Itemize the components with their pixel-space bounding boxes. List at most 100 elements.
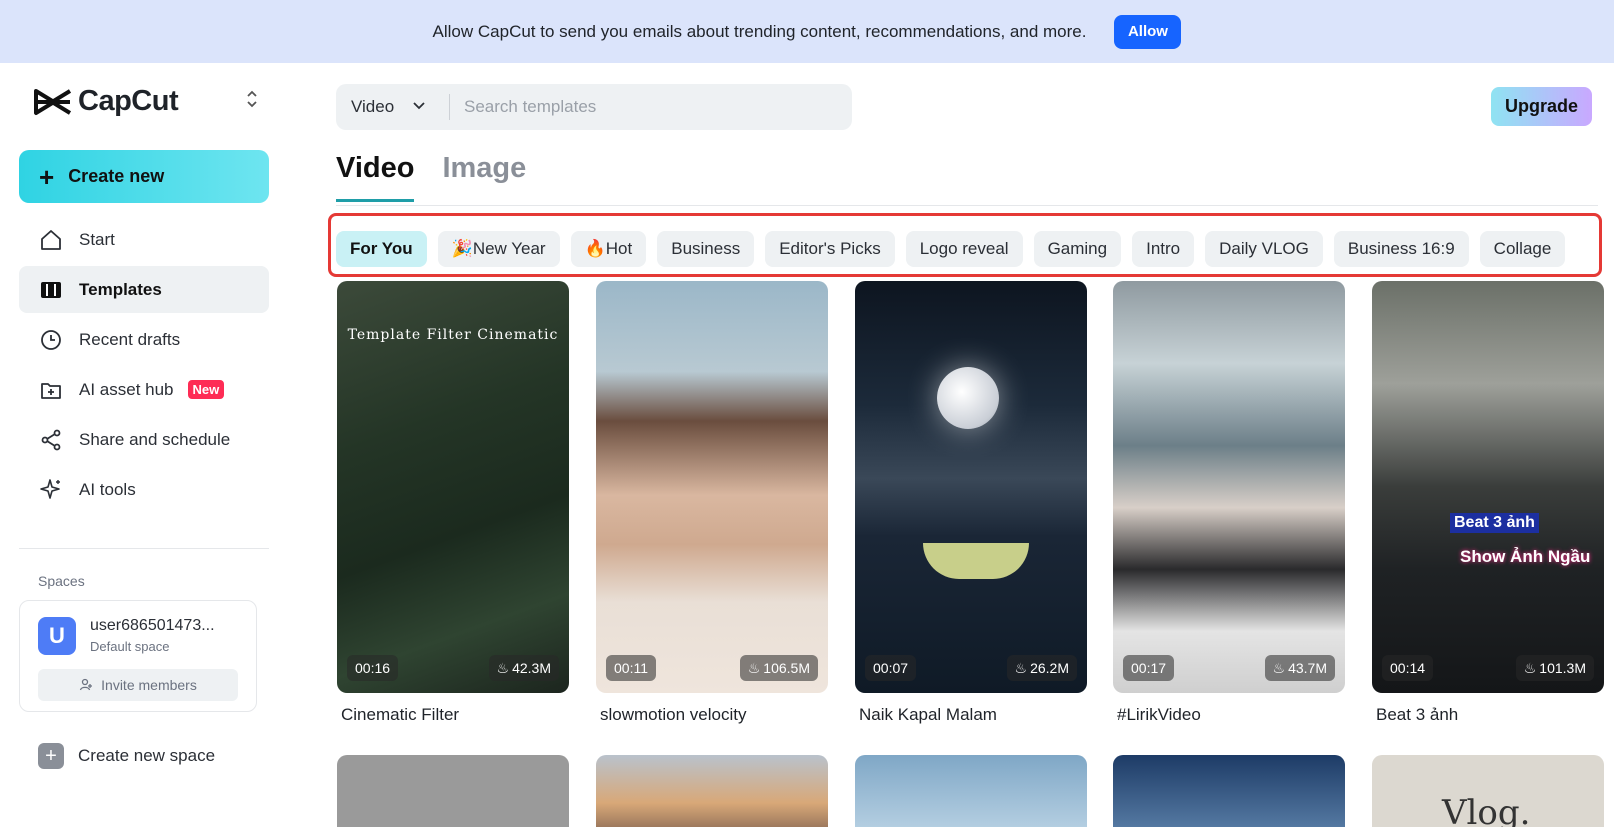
spaces-heading: Spaces bbox=[38, 573, 85, 589]
moon-image bbox=[937, 367, 999, 429]
views-badge: ♨ 43.7M bbox=[1264, 655, 1335, 681]
add-user-icon bbox=[79, 678, 93, 692]
sidebar-item-label: Templates bbox=[79, 279, 162, 299]
sidebar-item-label: AI tools bbox=[79, 479, 136, 499]
sidebar-item-label: Share and schedule bbox=[79, 429, 231, 449]
search-type-value: Video bbox=[351, 97, 395, 116]
upgrade-button[interactable]: Upgrade bbox=[1491, 87, 1592, 126]
sidebar-divider bbox=[19, 548, 269, 549]
views-count: 43.7M bbox=[1288, 660, 1327, 676]
email-permission-banner: Allow CapCut to send you emails about tr… bbox=[0, 0, 1614, 63]
search-separator bbox=[449, 94, 450, 120]
template-card[interactable]: 00:17 ♨ 43.7M #LirikVideo bbox=[1113, 281, 1345, 725]
logo-row: CapCut bbox=[34, 85, 260, 118]
template-card[interactable]: 00:11 ♨ 106.5M slowmotion velocity bbox=[596, 281, 828, 725]
duration-badge: 00:17 bbox=[1123, 655, 1175, 681]
space-card[interactable]: U user686501473... Default space Invite … bbox=[19, 600, 257, 712]
sidebar-item-label: Start bbox=[79, 229, 115, 249]
template-card[interactable]: Beat 3 ảnh Show Ảnh Ngầu 00:14 ♨ 101.3M … bbox=[1372, 281, 1604, 725]
search-type-dropdown[interactable]: Video bbox=[336, 97, 449, 117]
template-thumbnail[interactable] bbox=[855, 755, 1087, 827]
template-thumbnail[interactable]: 00:07 ♨ 26.2M bbox=[855, 281, 1087, 693]
capcut-logo-icon bbox=[34, 87, 72, 117]
create-new-button[interactable]: + Create new bbox=[19, 150, 269, 203]
invite-members-button[interactable]: Invite members bbox=[38, 669, 238, 701]
sidebar-item-ai-tools[interactable]: AI tools bbox=[19, 466, 269, 513]
views-count: 106.5M bbox=[763, 660, 810, 676]
flame-icon: ♨ bbox=[496, 659, 510, 676]
template-thumbnail[interactable] bbox=[596, 755, 828, 827]
sidebar-item-start[interactable]: Start bbox=[19, 216, 269, 263]
chip-for-you[interactable]: For You bbox=[336, 231, 427, 267]
chip-logo-reveal[interactable]: Logo reveal bbox=[905, 231, 1023, 267]
chip-daily-vlog[interactable]: Daily VLOG bbox=[1205, 231, 1323, 267]
chevron-down-icon bbox=[412, 100, 426, 114]
tab-video[interactable]: Video bbox=[336, 152, 415, 202]
template-title[interactable]: slowmotion velocity bbox=[596, 705, 828, 725]
template-card[interactable]: Template Filter Cinematic 00:16 ♨ 42.3M … bbox=[337, 281, 569, 725]
create-new-label: Create new bbox=[68, 166, 165, 186]
template-title[interactable]: Naik Kapal Malam bbox=[855, 705, 1087, 725]
thumbnail-overlay-text-2: Show Ảnh Ngầu bbox=[1460, 547, 1591, 566]
views-badge: ♨ 101.3M bbox=[1515, 655, 1594, 681]
tabs-underline bbox=[336, 205, 1598, 206]
content-tabs: Video Image bbox=[336, 152, 554, 202]
allow-button[interactable]: Allow bbox=[1114, 14, 1182, 49]
share-icon bbox=[39, 428, 63, 452]
template-thumbnail[interactable] bbox=[337, 755, 569, 827]
asset-hub-icon bbox=[39, 378, 63, 402]
sidebar-nav: Start Templates Recent drafts AI asset h… bbox=[19, 216, 269, 516]
plus-icon: + bbox=[39, 161, 55, 192]
chip-gaming[interactable]: Gaming bbox=[1033, 231, 1122, 267]
template-thumbnail[interactable]: Template Filter Cinematic 00:16 ♨ 42.3M bbox=[337, 281, 569, 693]
home-icon bbox=[39, 228, 63, 252]
duration-badge: 00:14 bbox=[1382, 655, 1434, 681]
space-name: user686501473... bbox=[90, 617, 215, 634]
capcut-logo-text: CapCut bbox=[78, 85, 179, 117]
chip-hot[interactable]: 🔥Hot bbox=[570, 231, 647, 267]
space-avatar: U bbox=[38, 617, 76, 655]
boat-image bbox=[923, 543, 1029, 579]
flame-icon: ♨ bbox=[747, 659, 761, 676]
sidebar-item-recent-drafts[interactable]: Recent drafts bbox=[19, 316, 269, 363]
template-title[interactable]: #LirikVideo bbox=[1113, 705, 1345, 725]
chip-intro[interactable]: Intro bbox=[1132, 231, 1195, 267]
views-badge: ♨ 42.3M bbox=[488, 655, 559, 681]
templates-icon bbox=[39, 278, 63, 302]
chip-editors-picks[interactable]: Editor's Picks bbox=[765, 231, 895, 267]
invite-members-label: Invite members bbox=[101, 677, 197, 693]
sidebar-item-label: AI asset hub bbox=[79, 379, 174, 399]
chip-business-16-9[interactable]: Business 16:9 bbox=[1333, 231, 1469, 267]
template-card[interactable]: 00:07 ♨ 26.2M Naik Kapal Malam bbox=[855, 281, 1087, 725]
template-thumbnail[interactable]: 00:17 ♨ 43.7M bbox=[1113, 281, 1345, 693]
plus-icon: + bbox=[38, 743, 64, 769]
chip-collage[interactable]: Collage bbox=[1479, 231, 1566, 267]
template-thumbnail[interactable]: Vlog. bbox=[1372, 755, 1604, 827]
views-count: 26.2M bbox=[1030, 660, 1069, 676]
clock-icon bbox=[39, 328, 63, 352]
flame-icon: ♨ bbox=[1014, 659, 1028, 676]
sidebar-item-label: Recent drafts bbox=[79, 329, 181, 349]
sidebar-item-share-and-schedule[interactable]: Share and schedule bbox=[19, 416, 269, 463]
chip-new-year[interactable]: 🎉New Year bbox=[437, 231, 560, 267]
create-new-space-button[interactable]: + Create new space bbox=[38, 743, 215, 769]
sidebar-item-ai-asset-hub[interactable]: AI asset hub New bbox=[19, 366, 269, 413]
views-badge: ♨ 26.2M bbox=[1006, 655, 1077, 681]
template-title[interactable]: Beat 3 ảnh bbox=[1372, 705, 1604, 725]
thumbnail-overlay-text: Beat 3 ảnh bbox=[1450, 513, 1539, 533]
new-badge: New bbox=[187, 380, 225, 399]
template-title[interactable]: Cinematic Filter bbox=[337, 705, 569, 725]
duration-badge: 00:11 bbox=[606, 655, 656, 681]
template-thumbnail[interactable] bbox=[1113, 755, 1345, 827]
thumbnail-overlay-text: Template Filter Cinematic bbox=[347, 327, 559, 343]
flame-icon: ♨ bbox=[1523, 659, 1537, 676]
template-thumbnail[interactable]: 00:11 ♨ 106.5M bbox=[596, 281, 828, 693]
tab-image[interactable]: Image bbox=[442, 152, 526, 202]
template-thumbnail[interactable]: Beat 3 ảnh Show Ảnh Ngầu 00:14 ♨ 101.3M bbox=[1372, 281, 1604, 693]
search-input[interactable] bbox=[464, 97, 824, 117]
flame-icon: ♨ bbox=[1272, 659, 1286, 676]
workspace-switch-icon[interactable] bbox=[244, 89, 260, 109]
sidebar-item-templates[interactable]: Templates bbox=[19, 266, 269, 313]
chip-business[interactable]: Business bbox=[657, 231, 755, 267]
views-count: 42.3M bbox=[512, 660, 551, 676]
